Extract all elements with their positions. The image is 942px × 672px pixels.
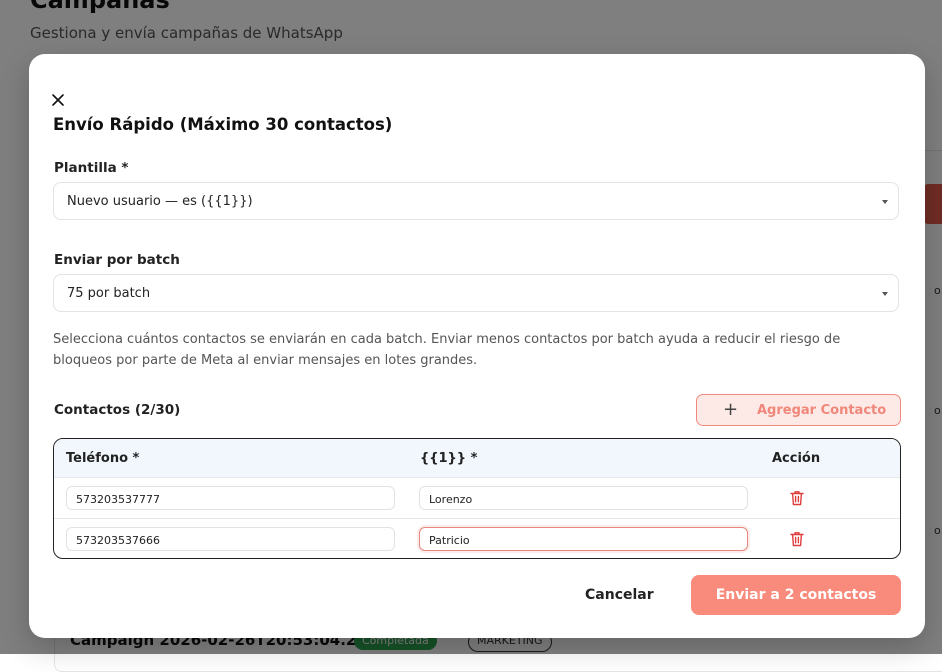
batch-select-value: 75 por batch: [67, 286, 151, 301]
table-header: Teléfono * {{1}} * Acción: [54, 439, 900, 478]
batch-select[interactable]: 75 por batch: [53, 274, 899, 312]
contacts-count-label: Contactos (2/30): [54, 402, 181, 418]
template-select[interactable]: Nuevo usuario — es ({{1}}): [53, 182, 899, 220]
trash-icon[interactable]: [790, 531, 804, 547]
cancel-button[interactable]: Cancelar: [585, 587, 654, 603]
column-header-action: Acción: [772, 451, 821, 466]
var1-input[interactable]: Lorenzo: [419, 486, 748, 510]
plus-icon: +: [723, 399, 739, 420]
add-contact-label: Agregar Contacto: [757, 403, 887, 418]
chevron-down-icon: [882, 292, 888, 296]
add-contact-button[interactable]: + Agregar Contacto: [696, 394, 901, 426]
chevron-down-icon: [882, 200, 888, 204]
batch-help-text: Selecciona cuántos contactos se enviarán…: [53, 332, 841, 368]
quick-send-modal: Envío Rápido (Máximo 30 contactos) Plant…: [29, 54, 925, 638]
batch-label: Enviar por batch: [54, 252, 180, 268]
send-button[interactable]: Enviar a 2 contactos: [691, 575, 901, 615]
template-label: Plantilla *: [54, 160, 129, 176]
close-button[interactable]: [51, 92, 69, 110]
table-row: 573203537666 Patricio: [54, 518, 900, 558]
close-icon: [52, 94, 64, 106]
trash-icon[interactable]: [790, 490, 804, 506]
phone-input[interactable]: 573203537777: [66, 486, 395, 510]
var1-input[interactable]: Patricio: [419, 527, 748, 551]
column-header-phone: Teléfono *: [66, 451, 140, 466]
column-header-var1: {{1}} *: [420, 451, 478, 466]
table-row: 573203537777 Lorenzo: [54, 477, 900, 519]
template-select-value: Nuevo usuario — es ({{1}}): [67, 194, 253, 209]
modal-title: Envío Rápido (Máximo 30 contactos): [53, 115, 393, 134]
phone-input[interactable]: 573203537666: [66, 527, 395, 551]
contacts-table: Teléfono * {{1}} * Acción 573203537777 L…: [53, 438, 901, 559]
